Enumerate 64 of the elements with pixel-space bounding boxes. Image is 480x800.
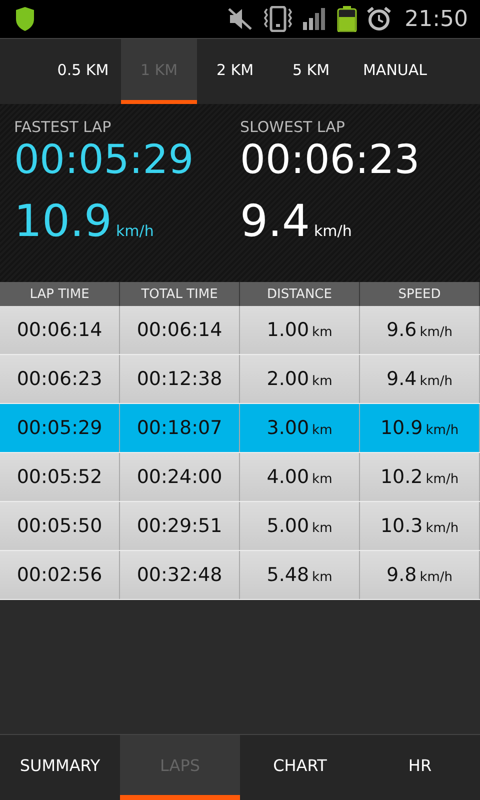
mute-icon bbox=[226, 8, 253, 30]
distance-unit: km bbox=[312, 374, 332, 389]
distance-tab[interactable]: 0.5 KM bbox=[45, 39, 121, 104]
speed-unit: km/h bbox=[314, 222, 352, 240]
clock: 21:50 bbox=[404, 6, 468, 32]
distance-unit: km bbox=[312, 521, 332, 536]
stat-label: FASTEST LAP bbox=[14, 118, 112, 136]
distance-tab[interactable]: MANUAL bbox=[349, 39, 441, 104]
distance-unit: km bbox=[312, 325, 332, 340]
battery-icon bbox=[336, 6, 357, 32]
bottom-tab[interactable]: CHART bbox=[240, 735, 360, 800]
speed-unit: km/h bbox=[426, 472, 459, 487]
shield-icon bbox=[14, 7, 36, 31]
table-cell: 00:05:50 bbox=[0, 502, 120, 550]
lap-row[interactable]: 00:05:52 00:24:00 4.00 km 10.2 km/h bbox=[0, 453, 480, 502]
lap-row[interactable]: 00:02:56 00:32:48 5.48 km 9.8 km/h bbox=[0, 551, 480, 600]
speed-value: 9.8 bbox=[386, 564, 417, 586]
table-cell: 00:32:48 bbox=[120, 551, 240, 599]
speed-unit: km/h bbox=[420, 374, 453, 389]
speed-value: 10.3 bbox=[380, 515, 423, 537]
speed-unit: km/h bbox=[426, 423, 459, 438]
table-cell: 00:29:51 bbox=[120, 502, 240, 550]
lap-row[interactable]: 00:05:29 00:18:07 3.00 km 10.9 km/h bbox=[0, 404, 480, 453]
table-cell: 00:06:23 bbox=[0, 355, 120, 403]
distance-unit: km bbox=[312, 570, 332, 585]
table-cell: 00:24:00 bbox=[120, 453, 240, 501]
table-cell: 00:06:14 bbox=[120, 306, 240, 354]
table-cell: 00:05:52 bbox=[0, 453, 120, 501]
stat-label: SLOWEST LAP bbox=[240, 118, 346, 136]
distance-value: 5.48 bbox=[266, 564, 310, 586]
bottom-tab[interactable]: HR bbox=[360, 735, 480, 800]
lap-time-value: 00:05:29 bbox=[14, 136, 195, 184]
speed-value: 10.9 bbox=[380, 417, 423, 439]
lap-row[interactable]: 00:06:14 00:06:14 1.00 km 9.6 km/h bbox=[0, 306, 480, 355]
lap-row[interactable]: 00:06:23 00:12:38 2.00 km 9.4 km/h bbox=[0, 355, 480, 404]
speed-value: 9.4 bbox=[240, 196, 310, 247]
distance-tab[interactable]: 2 KM bbox=[197, 39, 273, 104]
table-cell: 00:05:29 bbox=[0, 404, 120, 452]
speed-value: 9.4 bbox=[386, 368, 417, 390]
lap-time-value: 00:06:23 bbox=[240, 136, 421, 184]
table-cell: 00:12:38 bbox=[120, 355, 240, 403]
speed-unit: km/h bbox=[420, 570, 453, 585]
speed-value: 9.6 bbox=[386, 319, 417, 341]
speed-value: 10.9 bbox=[14, 196, 112, 247]
alarm-icon bbox=[366, 7, 391, 31]
distance-value: 3.00 bbox=[266, 417, 310, 439]
distance-value: 2.00 bbox=[266, 368, 310, 390]
distance-unit: km bbox=[312, 472, 332, 487]
bottom-tab[interactable]: SUMMARY bbox=[0, 735, 120, 800]
distance-unit: km bbox=[312, 423, 332, 438]
speed-unit: km/h bbox=[116, 222, 154, 240]
lap-row[interactable]: 00:05:50 00:29:51 5.00 km 10.3 km/h bbox=[0, 502, 480, 551]
distance-value: 1.00 bbox=[266, 319, 310, 341]
distance-value: 5.00 bbox=[266, 515, 310, 537]
speed-value: 10.2 bbox=[380, 466, 423, 488]
distance-value: 4.00 bbox=[266, 466, 310, 488]
table-cell: 00:06:14 bbox=[0, 306, 120, 354]
speed-unit: km/h bbox=[426, 521, 459, 536]
speed-unit: km/h bbox=[420, 325, 453, 340]
vibrate-icon bbox=[262, 6, 293, 32]
distance-tab[interactable]: 5 KM bbox=[273, 39, 349, 104]
signal-icon bbox=[302, 8, 327, 30]
table-cell: 00:02:56 bbox=[0, 551, 120, 599]
table-cell: 00:18:07 bbox=[120, 404, 240, 452]
